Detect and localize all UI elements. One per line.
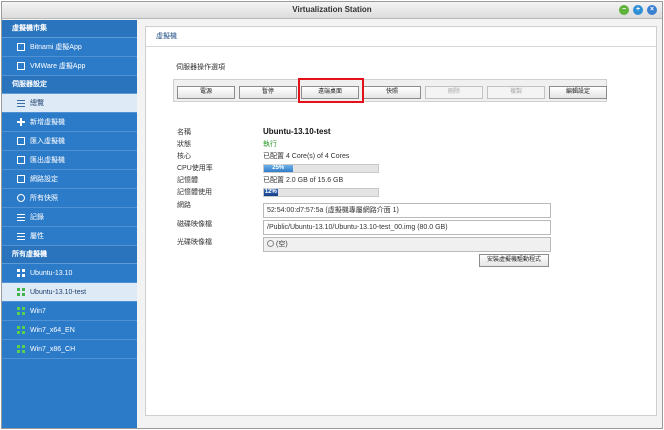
- app-window: Virtualization Station − + × 虛擬機市集 Bitna…: [1, 1, 663, 429]
- window-title: Virtualization Station: [292, 5, 372, 14]
- sidebar-item-vmware[interactable]: VMWare 虛擬App: [2, 57, 137, 76]
- snapshot-button[interactable]: 快照: [363, 86, 421, 99]
- appliance-icon: [17, 43, 25, 51]
- sidebar-item-import-vm[interactable]: 匯入虛擬機: [2, 132, 137, 151]
- disk-image-field: /Public/Ubuntu-13.10/Ubuntu-13.10-test_0…: [263, 220, 551, 235]
- snapshot-icon: [17, 194, 25, 202]
- cd-image-field[interactable]: (空): [263, 237, 551, 252]
- clone-button[interactable]: 複製: [487, 86, 545, 99]
- sidebar-item-logs[interactable]: 記錄: [2, 208, 137, 227]
- sidebar-item-label: 總覽: [30, 100, 44, 107]
- empty-disc-icon: [267, 239, 274, 247]
- sidebar-group-all-vms: 所有虛擬機: [2, 246, 137, 264]
- sidebar-item-bitnami[interactable]: Bitnami 虛擬App: [2, 38, 137, 57]
- window-controls: − + ×: [619, 5, 657, 15]
- power-button[interactable]: 電源: [177, 86, 235, 99]
- properties-icon: [17, 232, 25, 240]
- sidebar-item-label: 所有快照: [30, 195, 58, 202]
- sidebar-item-vm[interactable]: Win7_x64_EN: [2, 321, 137, 340]
- sidebar-group-server: 伺服器設定: [2, 76, 137, 94]
- sidebar-group-market: 虛擬機市集: [2, 20, 137, 38]
- title-bar: Virtualization Station − + ×: [2, 2, 662, 19]
- sidebar-item-label: 記錄: [30, 214, 44, 221]
- vm-running-icon: [17, 345, 25, 353]
- page-title: 虛擬機: [146, 27, 656, 47]
- sidebar: 虛擬機市集 Bitnami 虛擬App VMWare 虛擬App 伺服器設定 總…: [2, 20, 137, 428]
- sidebar-item-vm[interactable]: Ubuntu-13.10: [2, 264, 137, 283]
- export-icon: [17, 156, 25, 164]
- edit-settings-button[interactable]: 編輯設定: [549, 86, 607, 99]
- close-icon[interactable]: ×: [647, 5, 657, 15]
- memory-usage-text: 12%: [264, 189, 277, 195]
- sidebar-item-overview[interactable]: 總覽: [2, 94, 137, 113]
- cpu-usage-text: 25%: [272, 165, 285, 171]
- sidebar-item-snapshots[interactable]: 所有快照: [2, 189, 137, 208]
- sidebar-item-label: Ubuntu-13.10: [30, 269, 73, 277]
- sidebar-item-label: 屬性: [30, 233, 44, 240]
- sidebar-item-label: Win7: [30, 307, 46, 315]
- cpu-usage-fill: 25%: [264, 165, 293, 172]
- sidebar-item-label: 網路設定: [30, 176, 58, 183]
- vm-running-icon: [17, 307, 25, 315]
- sidebar-item-label: 新增虛擬機: [30, 119, 65, 126]
- install-driver-button[interactable]: 安裝虛擬機驅動程式: [479, 254, 549, 267]
- overview-icon: [17, 99, 25, 107]
- ops-section-label: 伺服器操作選項: [176, 64, 225, 71]
- vm-icon: [17, 269, 25, 277]
- network-icon: [17, 175, 25, 183]
- sidebar-item-properties[interactable]: 屬性: [2, 227, 137, 246]
- sidebar-item-label: VMWare 虛擬App: [30, 63, 86, 70]
- status-badge: 執行: [263, 141, 277, 148]
- ops-toolbar: 電源 暫停 遠端桌面 快照 刪除 複製 編輯設定: [173, 79, 607, 102]
- sidebar-item-export-vm[interactable]: 匯出虛擬機: [2, 151, 137, 170]
- sidebar-item-vm[interactable]: Win7_x86_CH: [2, 340, 137, 359]
- sidebar-item-label: Ubuntu-13.10-test: [30, 288, 87, 296]
- sidebar-item-label: Win7_x64_EN: [30, 326, 75, 334]
- delete-button[interactable]: 刪除: [425, 86, 483, 99]
- minimize-icon[interactable]: −: [619, 5, 629, 15]
- log-icon: [17, 213, 25, 221]
- memory-usage-fill: 12%: [264, 189, 278, 196]
- sidebar-item-label: 匯入虛擬機: [30, 138, 65, 145]
- memory-value: 已配置 2.0 GB of 15.6 GB: [263, 177, 344, 184]
- vm-running-icon: [17, 326, 25, 334]
- sidebar-item-vm[interactable]: Ubuntu-13.10-test: [2, 283, 137, 302]
- sidebar-item-label: 匯出虛擬機: [30, 157, 65, 164]
- cpu-usage-bar: 25%: [263, 164, 379, 173]
- pause-button[interactable]: 暫停: [239, 86, 297, 99]
- sidebar-item-add-vm[interactable]: 新增虛擬機: [2, 113, 137, 132]
- sidebar-item-network[interactable]: 網路設定: [2, 170, 137, 189]
- sidebar-item-label: Bitnami 虛擬App: [30, 44, 82, 51]
- appliance-icon: [17, 62, 25, 70]
- sidebar-item-label: Win7_x86_CH: [30, 345, 76, 353]
- plus-icon: [17, 118, 25, 126]
- network-field: 52:54:00:d7:57:5a (虛擬機專屬網路介面 1): [263, 203, 551, 218]
- help-icon[interactable]: +: [633, 5, 643, 15]
- remote-desktop-highlight: [298, 78, 364, 103]
- vm-name: Ubuntu-13.10-test: [263, 127, 331, 136]
- vm-running-icon: [17, 288, 25, 296]
- import-icon: [17, 137, 25, 145]
- cores-value: 已配置 4 Core(s) of 4 Cores: [263, 153, 350, 160]
- memory-usage-bar: 12%: [263, 188, 379, 197]
- sidebar-item-vm[interactable]: Win7: [2, 302, 137, 321]
- main-panel: 虛擬機 伺服器操作選項 電源 暫停 遠端桌面 快照 刪除 複製 編輯設定 名稱 …: [145, 26, 657, 416]
